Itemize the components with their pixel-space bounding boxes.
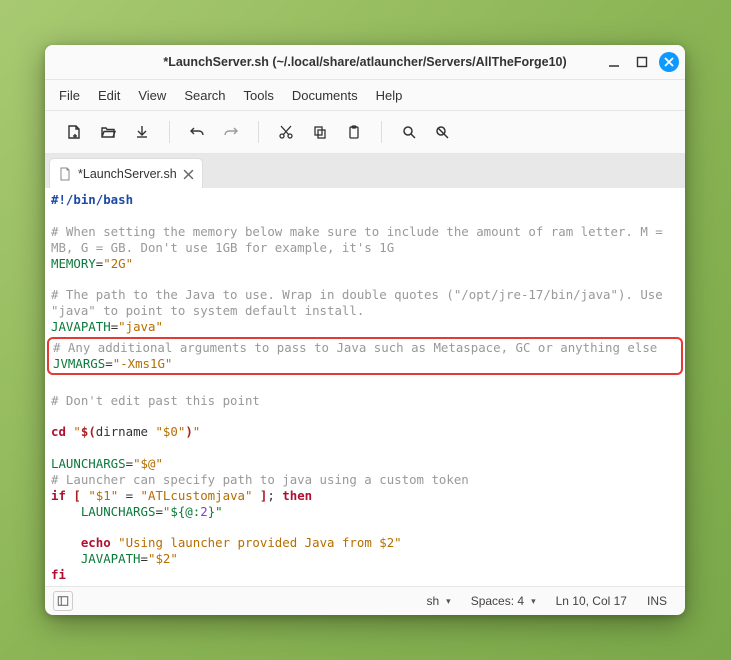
menu-search[interactable]: Search bbox=[176, 84, 233, 107]
shebang: #!/bin/bash bbox=[51, 192, 133, 207]
string: "2G" bbox=[103, 256, 133, 271]
menubar: File Edit View Search Tools Documents He… bbox=[45, 80, 685, 111]
insert-mode[interactable]: INS bbox=[637, 594, 677, 608]
separator bbox=[381, 121, 382, 143]
variable: MEMORY bbox=[51, 256, 96, 271]
keyword: cd bbox=[51, 424, 66, 439]
window-controls bbox=[600, 45, 679, 79]
cut-button[interactable] bbox=[271, 117, 301, 147]
paste-button[interactable] bbox=[339, 117, 369, 147]
cursor-position: Ln 10, Col 17 bbox=[546, 594, 637, 608]
close-button[interactable] bbox=[659, 52, 679, 72]
copy-button[interactable] bbox=[305, 117, 335, 147]
file-icon bbox=[58, 167, 72, 181]
comment: # The path to the Java to use. Wrap in d… bbox=[51, 287, 670, 318]
find-button[interactable] bbox=[394, 117, 424, 147]
menu-file[interactable]: File bbox=[51, 84, 88, 107]
menu-view[interactable]: View bbox=[130, 84, 174, 107]
tab-label: *LaunchServer.sh bbox=[78, 167, 177, 181]
separator bbox=[258, 121, 259, 143]
language-selector[interactable]: sh bbox=[416, 594, 460, 608]
minimize-button[interactable] bbox=[600, 48, 628, 76]
variable: JVMARGS bbox=[53, 356, 105, 371]
menu-help[interactable]: Help bbox=[368, 84, 411, 107]
window-title: *LaunchServer.sh (~/.local/share/atlaunc… bbox=[163, 55, 566, 69]
variable: JAVAPATH bbox=[51, 319, 111, 334]
tab-close-icon[interactable] bbox=[183, 169, 194, 180]
comment: # Don't edit past this point bbox=[51, 393, 260, 408]
comment: # Any additional arguments to pass to Ja… bbox=[53, 340, 657, 355]
open-button[interactable] bbox=[93, 117, 123, 147]
undo-button[interactable] bbox=[182, 117, 212, 147]
menu-edit[interactable]: Edit bbox=[90, 84, 128, 107]
statusbar: sh Spaces: 4 Ln 10, Col 17 INS bbox=[45, 586, 685, 615]
highlighted-region: # Any additional arguments to pass to Ja… bbox=[47, 337, 683, 375]
menu-tools[interactable]: Tools bbox=[236, 84, 282, 107]
replace-button[interactable] bbox=[428, 117, 458, 147]
editor-window: *LaunchServer.sh (~/.local/share/atlaunc… bbox=[45, 45, 685, 615]
tab-launchserver[interactable]: *LaunchServer.sh bbox=[49, 158, 203, 189]
toolbar bbox=[45, 111, 685, 154]
new-file-button[interactable] bbox=[59, 117, 89, 147]
menu-documents[interactable]: Documents bbox=[284, 84, 366, 107]
comment: # When setting the memory below make sur… bbox=[51, 224, 670, 255]
save-button[interactable] bbox=[127, 117, 157, 147]
indent-selector[interactable]: Spaces: 4 bbox=[461, 594, 546, 608]
separator bbox=[169, 121, 170, 143]
string: "-Xms1G" bbox=[113, 356, 173, 371]
redo-button[interactable] bbox=[216, 117, 246, 147]
sidebar-toggle-icon[interactable] bbox=[53, 591, 73, 611]
tab-bar: *LaunchServer.sh bbox=[45, 154, 685, 188]
string: "java" bbox=[118, 319, 163, 334]
titlebar: *LaunchServer.sh (~/.local/share/atlaunc… bbox=[45, 45, 685, 80]
maximize-button[interactable] bbox=[628, 48, 656, 76]
code-editor[interactable]: #!/bin/bash # When setting the memory be… bbox=[45, 188, 685, 586]
